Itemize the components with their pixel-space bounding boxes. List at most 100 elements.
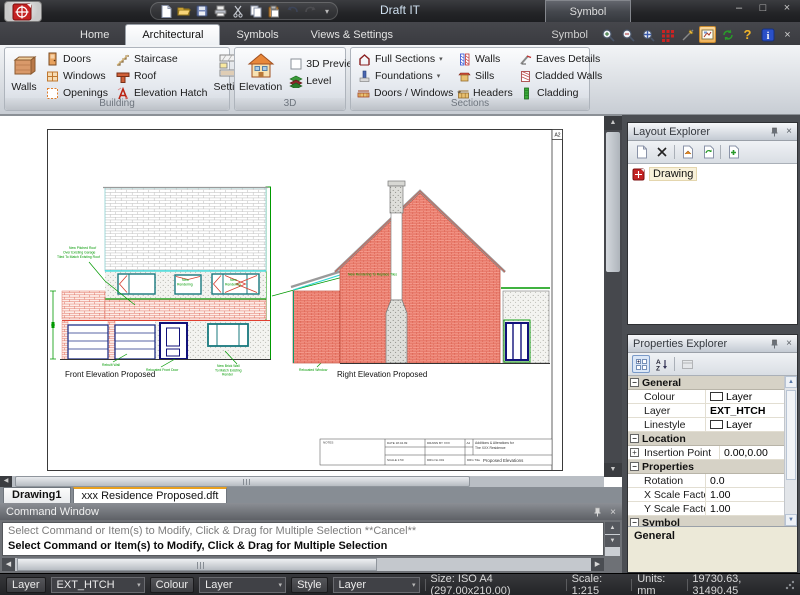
tab-home[interactable]: Home <box>64 25 125 45</box>
walls-button[interactable]: Walls <box>9 50 39 93</box>
category-properties[interactable]: −Properties <box>628 460 797 474</box>
cladded-walls-button[interactable]: Cladded Walls <box>517 68 597 84</box>
application-menu-button[interactable] <box>4 1 42 22</box>
close-panel-icon[interactable]: × <box>786 126 792 137</box>
snap-icon[interactable] <box>679 26 696 43</box>
paste-icon[interactable] <box>267 4 281 18</box>
import-layout-icon[interactable] <box>678 143 696 161</box>
hscroll-thumb[interactable] <box>15 476 470 487</box>
scroll-right-icon[interactable]: ▶ <box>591 558 604 571</box>
minimize-ribbon-icon[interactable]: × <box>779 26 796 43</box>
print-icon[interactable] <box>213 4 227 18</box>
command-horizontal-scrollbar[interactable]: ◀ ▶ <box>2 558 604 571</box>
property-layer[interactable]: LayerEXT_HTCH <box>628 404 797 418</box>
clone-layout-icon[interactable] <box>724 143 742 161</box>
canvas-horizontal-scrollbar[interactable]: ◀ <box>0 476 604 487</box>
layer-combo[interactable]: EXT_HTCH▾ <box>51 577 145 593</box>
category-symbol[interactable]: −Symbol <box>628 516 797 526</box>
scroll-down-icon[interactable]: ▼ <box>604 463 622 477</box>
ribbon-right-tools: Symbol ? i × <box>551 26 800 45</box>
command-vertical-scrollbar[interactable]: ▲ ▼ <box>605 522 620 556</box>
roof-button[interactable]: Roof <box>114 68 210 84</box>
help-icon[interactable]: ? <box>739 26 756 43</box>
drawing-sheet[interactable]: A2 <box>47 129 563 471</box>
staircase-button[interactable]: Staircase <box>114 51 210 67</box>
scroll-up-icon[interactable]: ▲ <box>605 522 620 534</box>
refresh-layout-icon[interactable] <box>699 143 717 161</box>
pin-icon[interactable] <box>770 127 779 137</box>
layout-item-drawing[interactable]: Drawing <box>632 167 793 181</box>
zoom-extents-icon[interactable] <box>639 26 656 43</box>
sort-alphabetical-icon[interactable]: AZ <box>653 355 671 373</box>
save-icon[interactable] <box>195 4 209 18</box>
tab-residence-proposed[interactable]: xxx Residence Proposed.dft <box>73 487 228 503</box>
elevation-button[interactable]: Elevation <box>239 50 282 93</box>
colour-combo[interactable]: Layer▾ <box>199 577 286 593</box>
resize-grip[interactable] <box>785 580 794 590</box>
zoom-out-icon[interactable] <box>619 26 636 43</box>
level-icon <box>288 74 303 88</box>
symbol-document-button[interactable]: Symbol <box>545 0 631 22</box>
grid-icon[interactable] <box>659 26 676 43</box>
titleblock-job2: The XXX Residence <box>475 446 506 450</box>
close-panel-icon[interactable]: × <box>786 338 792 349</box>
eaves-details-button[interactable]: Eaves Details <box>517 51 597 67</box>
redo-icon[interactable] <box>303 4 317 18</box>
full-sections-button[interactable]: Full Sections▾ <box>355 51 451 67</box>
command-history[interactable]: Select Command or Item(s) to Modify, Cli… <box>2 522 604 556</box>
scroll-up-icon[interactable]: ▲ <box>785 376 797 388</box>
tab-views-settings[interactable]: Views & Settings <box>295 25 409 45</box>
svg-text:Tiled To Match Existing Roof: Tiled To Match Existing Roof <box>57 255 100 259</box>
pin-icon[interactable] <box>770 339 779 349</box>
hscroll-thumb[interactable] <box>17 558 377 571</box>
command-window-title: Command Window <box>6 506 99 518</box>
close-command-window-icon[interactable]: × <box>610 507 616 518</box>
refresh-icon[interactable] <box>719 26 736 43</box>
windows-button[interactable]: Windows <box>43 68 110 84</box>
qat-customize-dropdown[interactable]: ▾ <box>325 7 329 16</box>
property-colour[interactable]: ColourLayer <box>628 390 797 404</box>
info-icon[interactable]: i <box>759 26 776 43</box>
category-general[interactable]: −General <box>628 376 797 390</box>
scroll-left-icon[interactable]: ◀ <box>2 558 15 571</box>
tab-symbols[interactable]: Symbols <box>220 25 294 45</box>
open-icon[interactable] <box>177 4 191 18</box>
canvas-vertical-scrollbar[interactable]: ▲ ▼ <box>604 116 622 477</box>
scroll-thumb[interactable] <box>786 390 796 480</box>
new-icon[interactable] <box>159 4 173 18</box>
symbol-tool-icon[interactable] <box>699 26 716 43</box>
category-location[interactable]: −Location <box>628 432 797 446</box>
drawing-icon <box>632 168 645 181</box>
foundations-button[interactable]: Foundations▾ <box>355 68 451 84</box>
categorized-view-icon[interactable] <box>632 355 650 373</box>
doors-button[interactable]: Doors <box>43 51 110 67</box>
tab-drawing1[interactable]: Drawing1 <box>3 487 71 503</box>
section-walls-button[interactable]: Walls <box>455 51 513 67</box>
style-combo[interactable]: Layer▾ <box>333 577 420 593</box>
tab-architectural[interactable]: Architectural <box>125 24 220 45</box>
close-button[interactable]: × <box>780 2 794 14</box>
new-layout-icon[interactable] <box>632 143 650 161</box>
sills-button[interactable]: Sills <box>455 68 513 84</box>
property-rotation[interactable]: Rotation0.0 <box>628 474 797 488</box>
scroll-up-icon[interactable]: ▲ <box>604 116 622 130</box>
scroll-down-icon[interactable]: ▼ <box>785 514 797 526</box>
scroll-down-icon[interactable]: ▼ <box>605 535 620 547</box>
maximize-button[interactable]: □ <box>756 2 770 14</box>
drawing-canvas[interactable]: A2 <box>0 115 622 487</box>
property-y-scale[interactable]: Y Scale Factor1.00 <box>628 502 797 516</box>
pin-icon[interactable] <box>593 507 602 517</box>
scroll-left-icon[interactable]: ◀ <box>0 476 12 487</box>
minimize-button[interactable]: – <box>732 2 746 14</box>
copy-icon[interactable] <box>249 4 263 18</box>
delete-layout-icon[interactable] <box>653 143 671 161</box>
cut-icon[interactable] <box>231 4 245 18</box>
zoom-in-icon[interactable] <box>599 26 616 43</box>
property-x-scale[interactable]: X Scale Factor1.00 <box>628 488 797 502</box>
undo-icon[interactable] <box>285 4 299 18</box>
propgrid-scrollbar[interactable]: ▲ ▼ <box>784 376 797 526</box>
app-logo-icon <box>10 3 36 21</box>
vscroll-thumb[interactable] <box>606 132 620 272</box>
property-linestyle[interactable]: LinestyleLayer <box>628 418 797 432</box>
property-insertion-point[interactable]: +Insertion Point0.00,0.00 <box>628 446 797 460</box>
